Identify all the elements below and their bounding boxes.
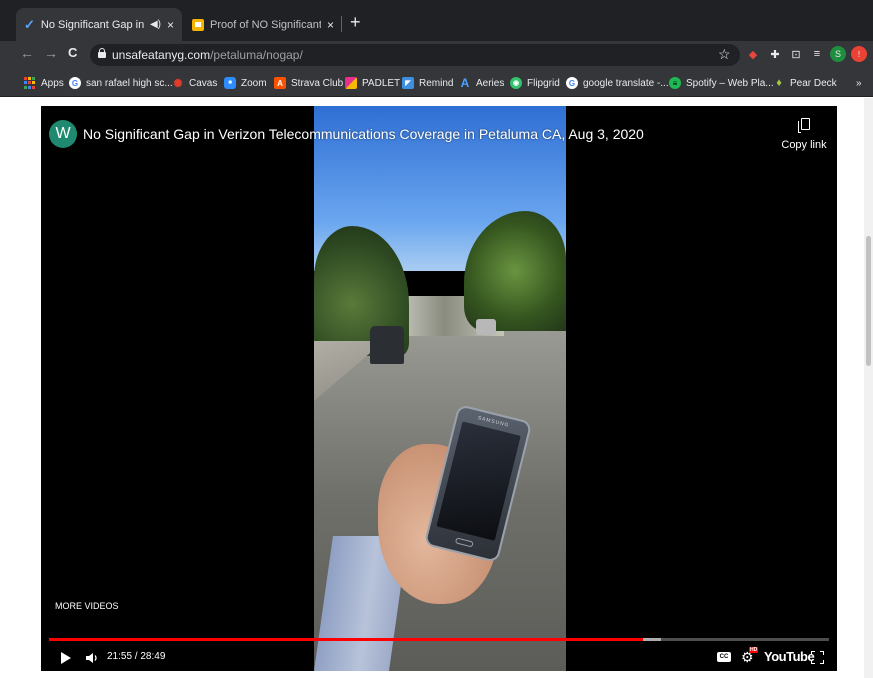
volume-icon[interactable] (85, 651, 99, 665)
tab-title: No Significant Gap in Veriz (40, 18, 146, 31)
remind-icon: ◤ (402, 77, 414, 89)
reload-button[interactable]: C (68, 45, 77, 60)
bookmark-aeries[interactable]: A Aeries (459, 75, 505, 91)
bookmark-spotify[interactable]: ≡ Spotify – Web Pla... (669, 75, 774, 91)
bookmark-remind[interactable]: ◤ Remind (402, 75, 453, 91)
tab-strip: ✓ No Significant Gap in Veriz ◀) × Proof… (0, 0, 873, 41)
padlet-icon: ▚ (345, 77, 357, 89)
back-button[interactable]: ← (20, 45, 34, 61)
lock-icon[interactable] (98, 48, 106, 58)
audio-playing-icon[interactable]: ◀) (150, 19, 161, 30)
bookmarks-overflow-button[interactable]: » (856, 75, 862, 91)
scrollbar-thumb[interactable] (866, 236, 871, 366)
copy-icon (798, 118, 810, 133)
aeries-icon: A (460, 76, 470, 90)
video-title[interactable]: No Significant Gap in Verizon Telecommun… (83, 126, 644, 142)
forward-button[interactable]: → (44, 45, 58, 61)
captions-icon[interactable]: CC (717, 652, 731, 662)
bookmark-strava[interactable]: A Strava Club (274, 75, 343, 91)
tab-video[interactable]: ✓ No Significant Gap in Veriz ◀) × (16, 8, 182, 41)
apps-grid-icon (24, 77, 36, 89)
player-controls: 21:55 / 28:49 CC ⚙ HD YouTube (41, 646, 837, 671)
video-car (370, 326, 404, 364)
play-icon[interactable] (61, 652, 71, 664)
bookmark-apps[interactable]: Apps (24, 75, 64, 91)
hd-badge: HD (749, 647, 759, 653)
bookmark-flipgrid[interactable]: ◉ Flipgrid (510, 75, 560, 91)
extensions-puzzle-icon[interactable]: ✚ (767, 46, 783, 62)
bookmark-star-icon[interactable]: ☆ (718, 46, 731, 63)
extension-arrow-icon[interactable]: ◆ (745, 46, 761, 62)
youtube-logo[interactable]: YouTube (764, 649, 815, 664)
copy-link-label: Copy link (781, 139, 827, 151)
time-display: 21:55 / 28:49 (107, 651, 166, 662)
update-alert-icon[interactable]: ! (851, 46, 867, 62)
flipgrid-icon: ◉ (510, 77, 522, 89)
google-icon: G (566, 77, 578, 89)
canvas-icon: ✺ (173, 77, 183, 90)
pear-deck-icon: ♦ (776, 77, 782, 89)
copy-link-button[interactable]: Copy link (779, 118, 829, 151)
spotify-icon: ≡ (669, 77, 681, 89)
bookmarks-bar: Apps G san rafael high sc... ✺ Cavas ■ Z… (0, 69, 873, 97)
page-scrollbar[interactable] (864, 98, 873, 678)
bookmark-canvas[interactable]: ✺ Cavas (172, 75, 217, 91)
reading-list-icon[interactable]: ≡ (809, 46, 825, 62)
google-icon: G (69, 77, 81, 89)
channel-avatar[interactable]: W (49, 120, 77, 148)
progress-bar[interactable] (49, 638, 829, 641)
tab-title: Proof of NO Significant Gap of (210, 18, 321, 31)
new-tab-button[interactable]: + (350, 12, 361, 33)
browser-toolbar: ← → C unsafeatanyg.com/petaluma/nogap/ ☆… (0, 41, 873, 69)
bookmark-zoom[interactable]: ■ Zoom (224, 75, 267, 91)
bookmark-padlet[interactable]: ▚ PADLET (345, 75, 400, 91)
tab-slides[interactable]: Proof of NO Significant Gap of × (184, 8, 342, 41)
tab-separator (341, 16, 342, 32)
slides-icon (192, 18, 204, 31)
video-car-distant (476, 319, 496, 335)
strava-icon: A (274, 77, 286, 89)
profile-avatar[interactable]: S (830, 46, 846, 62)
bookmark-google-translate[interactable]: G google translate -... (566, 75, 669, 91)
tab-close-button[interactable]: × (327, 18, 334, 32)
cast-icon[interactable]: ⊡ (788, 46, 804, 62)
checkmark-icon: ✓ (24, 16, 35, 32)
tab-close-button[interactable]: × (167, 18, 174, 32)
zoom-icon: ■ (224, 77, 236, 89)
more-videos-button[interactable]: MORE VIDEOS (55, 601, 119, 611)
address-bar[interactable]: unsafeatanyg.com/petaluma/nogap/ ☆ (90, 44, 740, 66)
bookmark-san-rafael[interactable]: G san rafael high sc... (69, 75, 173, 91)
fullscreen-icon[interactable] (811, 651, 824, 664)
video-player[interactable]: SAMSUNG W No Significant Gap in Verizon … (41, 106, 837, 671)
url-text[interactable]: unsafeatanyg.com/petaluma/nogap/ (112, 48, 303, 62)
video-frame[interactable]: SAMSUNG (314, 106, 566, 671)
bookmark-pear-deck[interactable]: ♦ Pear Deck (773, 75, 837, 91)
progress-played (49, 638, 644, 641)
